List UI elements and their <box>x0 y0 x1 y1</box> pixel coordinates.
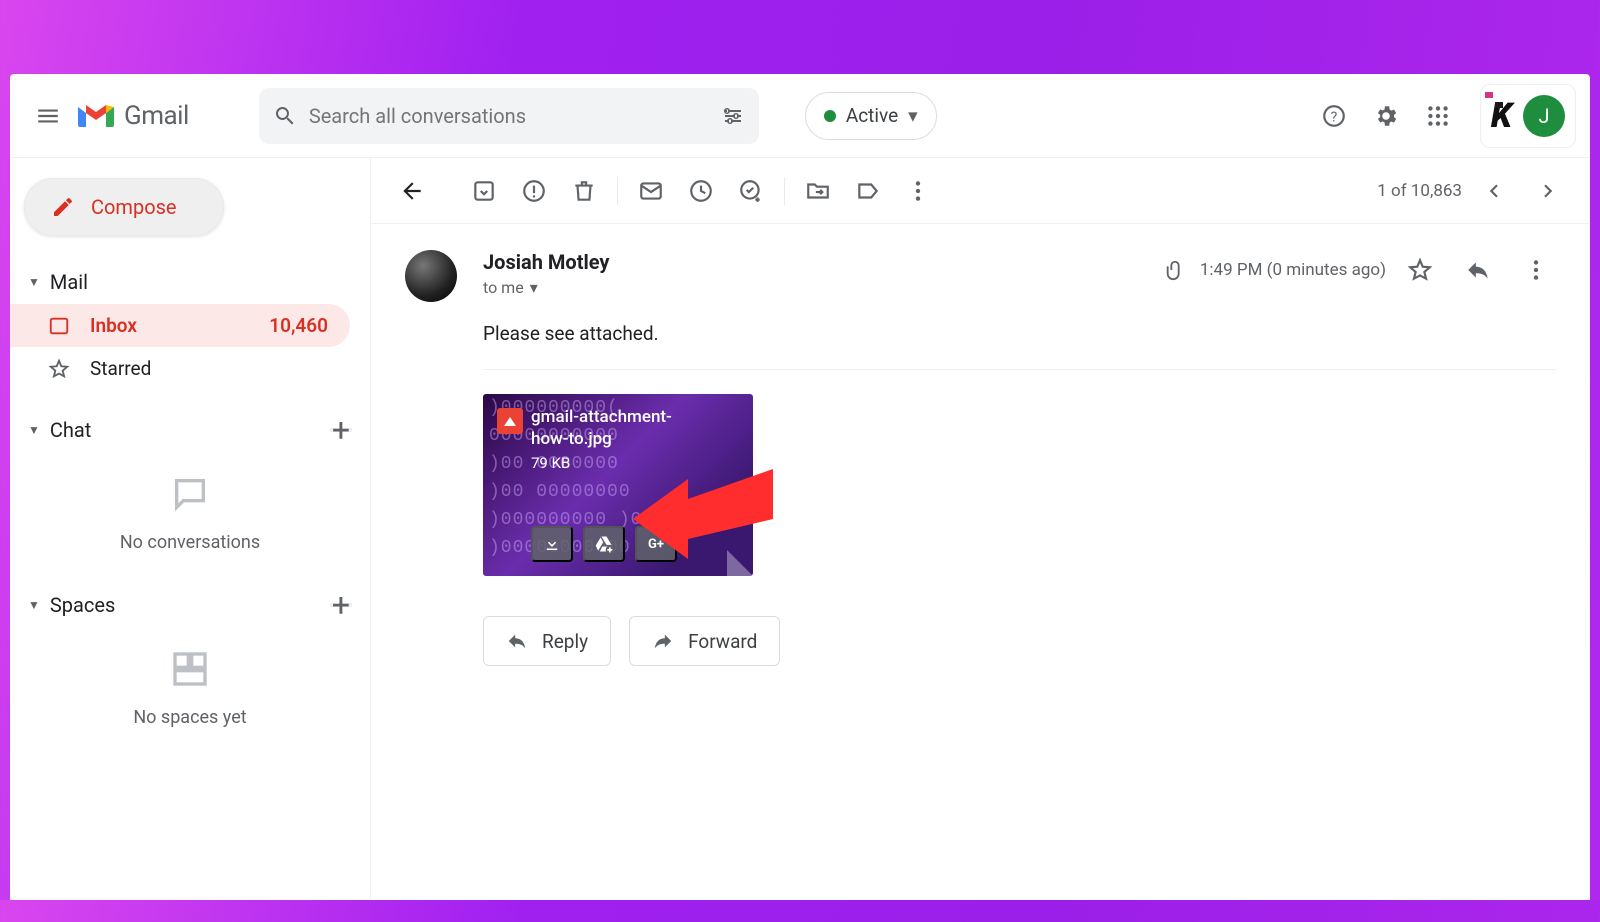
gmail-m-icon <box>76 101 116 131</box>
main-menu-button[interactable] <box>24 92 72 140</box>
sender-name[interactable]: Josiah Motley <box>483 250 610 274</box>
envelope-icon <box>638 178 664 204</box>
attachment-icon <box>1164 259 1186 281</box>
task-add-icon <box>738 178 764 204</box>
reply-icon-button[interactable] <box>1454 250 1502 290</box>
move-folder-icon <box>805 178 831 204</box>
header-bar: Gmail Active ▾ ? K J <box>10 74 1590 158</box>
star-icon <box>1407 257 1433 283</box>
sender-avatar[interactable] <box>405 250 457 302</box>
divider <box>483 369 1556 370</box>
older-button[interactable] <box>1468 166 1518 216</box>
newer-button[interactable] <box>1524 166 1574 216</box>
reply-icon <box>506 630 528 652</box>
gear-icon <box>1373 103 1399 129</box>
back-button[interactable] <box>387 166 437 216</box>
sidebar: Compose ▼Mail Inbox 10,460 Starred ▼Chat… <box>10 158 370 900</box>
inbox-count: 10,460 <box>269 314 328 337</box>
snooze-button[interactable] <box>676 166 726 216</box>
archive-button[interactable] <box>459 166 509 216</box>
conversation-position: 1 of 10,863 <box>1377 181 1462 201</box>
folder-starred[interactable]: Starred <box>10 347 350 390</box>
label-icon <box>855 178 881 204</box>
chat-empty-state: No conversations <box>10 452 370 583</box>
org-logo: K <box>1491 96 1509 136</box>
message-body: Please see attached. <box>483 322 1556 345</box>
product-name: Gmail <box>124 101 189 131</box>
annotation-arrow-icon <box>633 449 773 559</box>
mark-unread-button[interactable] <box>626 166 676 216</box>
caret-down-icon: ▼ <box>28 598 40 612</box>
attachment-filename: gmail-attachment-how-to.jpg <box>531 406 691 450</box>
section-mail[interactable]: ▼Mail <box>10 260 370 304</box>
download-attachment-button[interactable] <box>531 526 573 562</box>
star-message-button[interactable] <box>1400 250 1440 290</box>
forward-icon <box>652 630 674 652</box>
more-button[interactable] <box>893 166 943 216</box>
trash-icon <box>571 178 597 204</box>
chevron-down-icon: ▾ <box>908 104 918 127</box>
recipient-line[interactable]: to me▾ <box>483 278 610 297</box>
save-to-drive-button[interactable] <box>583 526 625 562</box>
caret-down-icon: ▼ <box>28 423 40 437</box>
folder-inbox[interactable]: Inbox 10,460 <box>10 304 350 347</box>
chevron-left-icon <box>1480 178 1506 204</box>
message-more-button[interactable] <box>1516 250 1556 290</box>
apps-grid-icon <box>1425 103 1451 129</box>
inbox-icon <box>48 315 70 337</box>
user-avatar: J <box>1523 95 1565 137</box>
chevron-right-icon <box>1536 178 1562 204</box>
caret-down-icon: ▼ <box>28 275 40 289</box>
search-bar[interactable] <box>259 88 759 144</box>
main-pane: 1 of 10,863 Josiah Motley to me▾ 1:49 PM… <box>370 158 1590 900</box>
image-file-icon <box>497 408 523 434</box>
hamburger-icon <box>35 103 61 129</box>
section-chat[interactable]: ▼Chat+ <box>10 408 370 452</box>
status-pill[interactable]: Active ▾ <box>805 92 937 140</box>
move-to-button[interactable] <box>793 166 843 216</box>
section-spaces[interactable]: ▼Spaces+ <box>10 583 370 627</box>
spaces-icon <box>167 649 213 689</box>
star-icon <box>48 358 70 380</box>
delete-button[interactable] <box>559 166 609 216</box>
apps-button[interactable] <box>1414 92 1462 140</box>
arrow-left-icon <box>399 178 425 204</box>
attachment-size: 79 KB <box>531 454 570 472</box>
labels-button[interactable] <box>843 166 893 216</box>
search-icon <box>273 104 297 128</box>
more-vert-icon <box>905 178 931 204</box>
archive-icon <box>471 178 497 204</box>
clock-icon <box>688 178 714 204</box>
settings-button[interactable] <box>1362 92 1410 140</box>
reply-icon <box>1465 257 1491 283</box>
presence-dot-icon <box>824 110 836 122</box>
report-spam-icon <box>521 178 547 204</box>
download-icon <box>543 535 561 553</box>
search-input[interactable] <box>309 104 721 128</box>
product-logo[interactable]: Gmail <box>76 101 189 131</box>
spaces-empty-state: No spaces yet <box>10 627 370 758</box>
pencil-icon <box>51 195 75 219</box>
timestamp: 1:49 PM (0 minutes ago) <box>1200 260 1386 280</box>
more-vert-icon <box>1523 257 1549 283</box>
account-switcher[interactable]: K J <box>1480 84 1576 148</box>
forward-button[interactable]: Forward <box>629 616 780 666</box>
status-text: Active <box>846 104 898 127</box>
chevron-down-icon: ▾ <box>530 278 538 297</box>
message-toolbar: 1 of 10,863 <box>371 158 1590 224</box>
reply-button[interactable]: Reply <box>483 616 611 666</box>
support-button[interactable]: ? <box>1310 92 1358 140</box>
new-chat-button[interactable]: + <box>330 428 352 432</box>
help-icon: ? <box>1321 103 1347 129</box>
chat-bubble-icon <box>167 474 213 514</box>
svg-text:?: ? <box>1331 109 1338 125</box>
drive-add-icon <box>594 534 614 554</box>
new-space-button[interactable]: + <box>330 603 352 607</box>
compose-label: Compose <box>91 195 177 219</box>
spam-button[interactable] <box>509 166 559 216</box>
add-task-button[interactable] <box>726 166 776 216</box>
message-header: Josiah Motley to me▾ 1:49 PM (0 minutes … <box>405 250 1556 302</box>
search-options-icon[interactable] <box>721 104 745 128</box>
compose-button[interactable]: Compose <box>24 178 224 236</box>
